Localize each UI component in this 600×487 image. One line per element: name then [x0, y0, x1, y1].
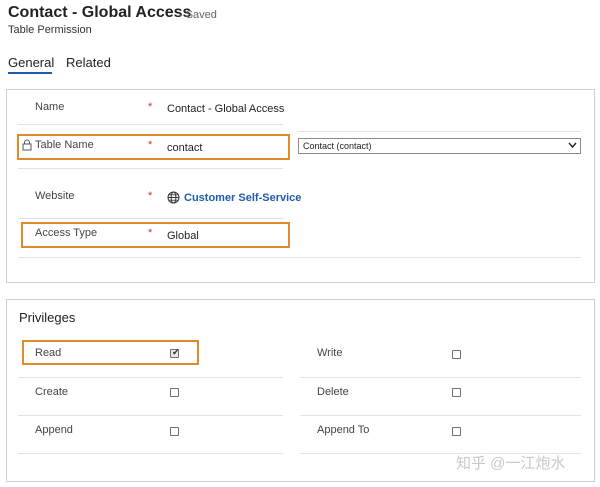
append-checkbox[interactable]	[170, 427, 179, 436]
website-required-marker: *	[148, 190, 153, 202]
table-name-highlight	[17, 134, 290, 160]
general-section	[6, 89, 595, 283]
read-highlight	[22, 340, 199, 365]
tab-related[interactable]: Related	[66, 55, 111, 70]
create-checkbox[interactable]	[170, 388, 179, 397]
append-to-checkbox[interactable]	[452, 427, 461, 436]
field-divider	[300, 415, 581, 416]
access-type-highlight	[21, 222, 290, 248]
append-to-label: Append To	[317, 424, 370, 436]
name-field[interactable]: Contact - Global Access	[167, 103, 284, 115]
website-label: Website	[35, 190, 75, 202]
create-label: Create	[35, 386, 69, 398]
field-divider	[18, 168, 283, 169]
name-required-marker: *	[148, 101, 153, 113]
chevron-down-icon	[568, 140, 577, 155]
record-title: Contact - Global Access	[8, 4, 192, 21]
tab-general[interactable]: General	[8, 55, 54, 70]
delete-label: Delete	[317, 386, 349, 398]
write-label: Write	[317, 347, 343, 359]
field-divider	[18, 415, 283, 416]
field-divider	[18, 124, 283, 125]
table-select-value: Contact (contact)	[303, 141, 372, 151]
delete-checkbox[interactable]	[452, 388, 461, 397]
field-divider	[298, 131, 581, 132]
globe-icon	[167, 191, 180, 204]
watermark: 知乎 @一江炮水	[456, 455, 566, 472]
table-select[interactable]: Contact (contact)	[298, 138, 581, 154]
field-divider	[18, 453, 283, 454]
field-divider	[300, 377, 581, 378]
record-type: Table Permission	[8, 24, 92, 36]
active-tab-indicator	[8, 72, 52, 74]
website-lookup-link[interactable]: Customer Self-Service	[184, 192, 301, 204]
field-divider	[18, 218, 283, 219]
write-checkbox[interactable]	[452, 350, 461, 359]
field-divider	[18, 377, 283, 378]
name-label: Name	[35, 101, 65, 113]
field-divider	[18, 257, 581, 258]
privileges-title: Privileges	[19, 310, 76, 325]
append-label: Append	[35, 424, 73, 436]
save-status: - Saved	[179, 9, 217, 21]
